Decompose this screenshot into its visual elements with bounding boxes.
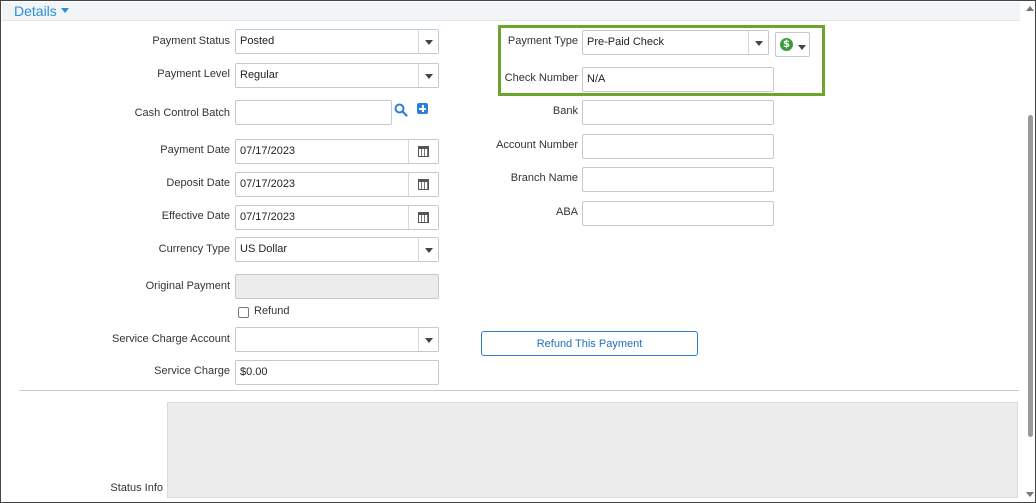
payment-status-value: Posted bbox=[240, 35, 275, 47]
branch-name-label: Branch Name bbox=[510, 172, 578, 184]
deposit-date-input[interactable]: 07/17/2023 bbox=[235, 172, 439, 197]
scroll-down-icon[interactable] bbox=[1026, 492, 1034, 497]
account-number-input[interactable] bbox=[582, 134, 774, 159]
payment-type-select[interactable]: Pre-Paid Check bbox=[582, 30, 769, 55]
currency-type-select[interactable]: US Dollar bbox=[235, 237, 439, 262]
payment-date-value: 07/17/2023 bbox=[240, 145, 296, 157]
calendar-icon bbox=[418, 146, 429, 157]
status-info-label: Status Info bbox=[110, 482, 163, 494]
chevron-down-icon[interactable] bbox=[418, 64, 438, 87]
refund-this-payment-button[interactable]: Refund This Payment bbox=[481, 331, 698, 356]
vertical-scrollbar[interactable] bbox=[1024, 2, 1035, 502]
service-charge-value: $0.00 bbox=[240, 366, 268, 378]
original-payment-label: Original Payment bbox=[145, 280, 230, 292]
original-payment-field bbox=[235, 274, 439, 299]
divider bbox=[19, 390, 1019, 391]
bank-label: Bank bbox=[552, 105, 578, 117]
calendar-button[interactable] bbox=[408, 206, 438, 229]
chevron-down-icon[interactable] bbox=[418, 30, 438, 53]
section-title: Details bbox=[14, 3, 57, 19]
payment-status-label: Payment Status bbox=[152, 35, 230, 47]
payment-level-select[interactable]: Regular bbox=[235, 63, 439, 88]
payment-date-label: Payment Date bbox=[160, 144, 230, 156]
effective-date-label: Effective Date bbox=[161, 210, 230, 222]
details-toggle[interactable]: Details bbox=[14, 3, 69, 19]
caret-down-icon bbox=[60, 7, 69, 13]
payment-options-button[interactable]: $ bbox=[775, 32, 810, 57]
plus-icon[interactable] bbox=[417, 103, 428, 114]
branch-name-input[interactable] bbox=[582, 167, 774, 192]
payment-level-value: Regular bbox=[240, 69, 279, 81]
service-charge-account-label: Service Charge Account bbox=[111, 333, 230, 345]
check-number-value: N/A bbox=[587, 73, 606, 85]
service-charge-account-select[interactable] bbox=[235, 327, 439, 352]
dollar-icon: $ bbox=[780, 38, 793, 51]
section-header: Details bbox=[2, 2, 1020, 21]
account-number-label: Account Number bbox=[496, 139, 578, 151]
calendar-icon bbox=[418, 179, 429, 190]
payment-level-label: Payment Level bbox=[157, 68, 230, 80]
scroll-up-icon[interactable] bbox=[1026, 6, 1034, 11]
chevron-down-icon[interactable] bbox=[748, 31, 768, 54]
payment-date-input[interactable]: 07/17/2023 bbox=[235, 139, 439, 164]
refund-label: Refund bbox=[254, 305, 290, 317]
cash-control-batch-input[interactable] bbox=[235, 100, 392, 125]
effective-date-value: 07/17/2023 bbox=[240, 211, 296, 223]
calendar-icon bbox=[418, 212, 429, 223]
aba-input[interactable] bbox=[582, 201, 774, 226]
details-panel: Details Payment Status Posted Payment Le… bbox=[0, 0, 1036, 503]
payment-status-select[interactable]: Posted bbox=[235, 29, 439, 54]
payment-type-label: Payment Type bbox=[507, 35, 578, 47]
chevron-down-icon bbox=[798, 45, 806, 50]
service-charge-input[interactable]: $0.00 bbox=[235, 360, 439, 385]
currency-type-value: US Dollar bbox=[240, 243, 288, 255]
chevron-down-icon[interactable] bbox=[418, 238, 438, 261]
refund-checkbox[interactable] bbox=[238, 307, 249, 318]
bank-input[interactable] bbox=[582, 100, 774, 125]
status-info-area[interactable] bbox=[167, 402, 1018, 498]
deposit-date-value: 07/17/2023 bbox=[240, 178, 296, 190]
payment-type-value: Pre-Paid Check bbox=[587, 36, 665, 48]
chevron-down-icon[interactable] bbox=[418, 328, 438, 351]
scroll-thumb[interactable] bbox=[1028, 115, 1033, 437]
currency-type-label: Currency Type bbox=[158, 243, 230, 255]
service-charge-label: Service Charge bbox=[154, 365, 230, 377]
deposit-date-label: Deposit Date bbox=[166, 177, 230, 189]
check-number-label: Check Number bbox=[504, 72, 578, 84]
search-icon[interactable] bbox=[394, 103, 408, 117]
cash-control-batch-label: Cash Control Batch bbox=[134, 107, 230, 119]
effective-date-input[interactable]: 07/17/2023 bbox=[235, 205, 439, 230]
calendar-button[interactable] bbox=[408, 173, 438, 196]
check-number-input[interactable]: N/A bbox=[582, 67, 774, 92]
aba-label: ABA bbox=[555, 206, 578, 218]
calendar-button[interactable] bbox=[408, 140, 438, 163]
